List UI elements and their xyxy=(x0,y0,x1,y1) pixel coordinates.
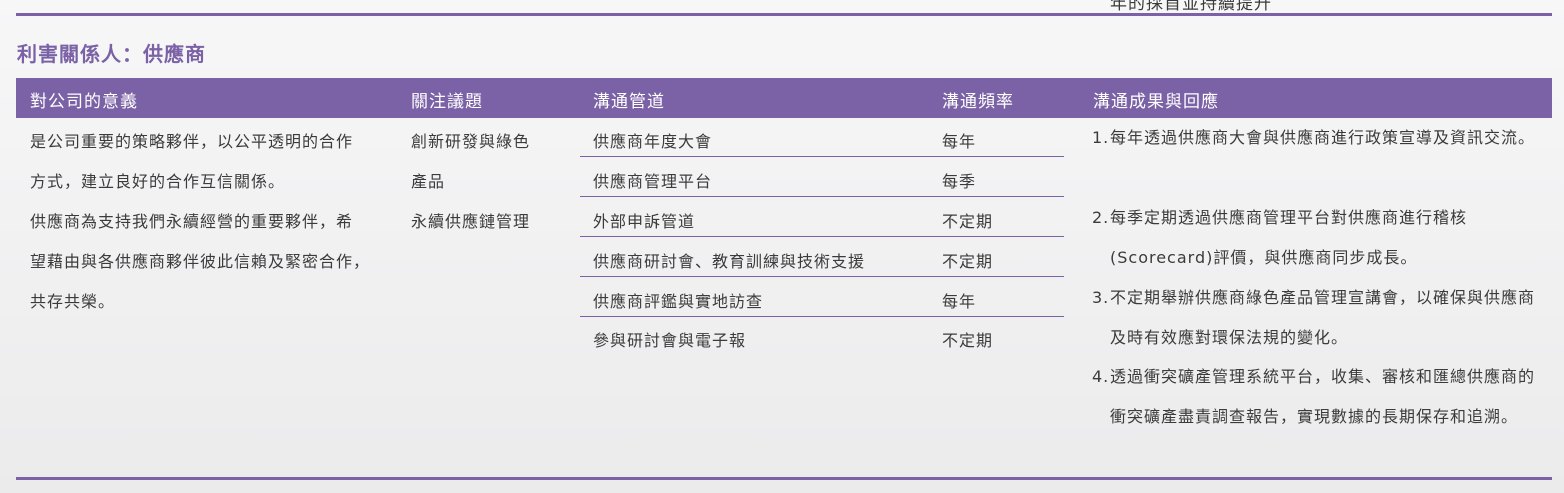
outcome-number: 4. xyxy=(1092,367,1110,386)
row-divider xyxy=(580,156,1064,157)
outcome-item: 2. 每季定期透過供應商管理平台對供應商進行稽核(Scorecard)評價，與供… xyxy=(1092,198,1542,278)
channel-frequency: 每年 xyxy=(942,132,977,151)
outcome-number: 1. xyxy=(1092,128,1110,147)
header-frequency: 溝通頻率 xyxy=(942,92,1014,112)
outcome-text: 每年透過供應商大會與供應商進行政策宣導及資訊交流。 xyxy=(1110,128,1536,147)
outcome-text: 每季定期透過供應商管理平台對供應商進行稽核(Scorecard)評價，與供應商同… xyxy=(1110,208,1468,267)
channel-name: 供應商評鑑與實地訪查 xyxy=(593,292,764,311)
significance-line: 是公司重要的策略夥伴，以公平透明的合作 xyxy=(30,132,354,151)
previous-section-cut-text: 年的採首並持續提升 xyxy=(1110,0,1272,14)
outcome-text: 不定期舉辦供應商綠色產品管理宣講會，以確保與供應商及時有效應對環保法規的變化。 xyxy=(1110,288,1536,347)
significance-line: 共存共榮。 xyxy=(30,292,116,311)
significance-line: 方式，建立良好的合作互信關係。 xyxy=(30,172,286,191)
header-significance: 對公司的意義 xyxy=(30,92,138,112)
channel-name: 供應商年度大會 xyxy=(593,132,713,151)
topic-line: 創新研發與綠色 xyxy=(411,132,531,151)
row-divider xyxy=(580,276,1064,277)
header-channels: 溝通管道 xyxy=(593,92,665,112)
outcome-number: 3. xyxy=(1092,288,1110,307)
channel-frequency: 不定期 xyxy=(942,331,994,350)
row-divider xyxy=(580,236,1064,237)
section-title: 利害關係人：供應商 xyxy=(17,42,206,66)
row-divider xyxy=(580,196,1064,197)
table-header xyxy=(16,78,1552,118)
outcome-item: 4. 透過衝突礦產管理系統平台，收集、審核和匯總供應商的衝突礦產盡責調查報告，實… xyxy=(1092,357,1542,437)
header-topics: 關注議題 xyxy=(411,92,483,112)
channel-frequency: 每年 xyxy=(942,292,977,311)
significance-line: 望藉由與各供應商夥伴彼此信賴及緊密合作， xyxy=(30,252,371,271)
channel-name: 參與研討會與電子報 xyxy=(593,331,747,350)
topic-line: 產品 xyxy=(411,172,446,191)
channel-frequency: 不定期 xyxy=(942,212,994,231)
topic-line: 永續供應鏈管理 xyxy=(411,212,531,231)
row-divider xyxy=(580,316,1064,317)
channel-frequency: 不定期 xyxy=(942,252,994,271)
section-divider-bottom xyxy=(16,477,1552,480)
outcome-text: 透過衝突礦產管理系統平台，收集、審核和匯總供應商的衝突礦產盡責調查報告，實現數據… xyxy=(1110,367,1536,426)
header-outcomes: 溝通成果與回應 xyxy=(1093,92,1219,112)
outcome-number: 2. xyxy=(1092,208,1110,227)
channel-name: 外部申訴管道 xyxy=(593,212,696,231)
channel-name: 供應商管理平台 xyxy=(593,172,713,191)
channel-frequency: 每季 xyxy=(942,172,977,191)
significance-line: 供應商為支持我們永續經營的重要夥伴，希 xyxy=(30,212,354,231)
channel-name: 供應商研討會、教育訓練與技術支援 xyxy=(593,252,866,271)
outcome-item: 3. 不定期舉辦供應商綠色產品管理宣講會，以確保與供應商及時有效應對環保法規的變… xyxy=(1092,278,1542,358)
outcome-item: 1. 每年透過供應商大會與供應商進行政策宣導及資訊交流。 xyxy=(1092,118,1542,158)
section-divider-top xyxy=(16,13,1552,16)
